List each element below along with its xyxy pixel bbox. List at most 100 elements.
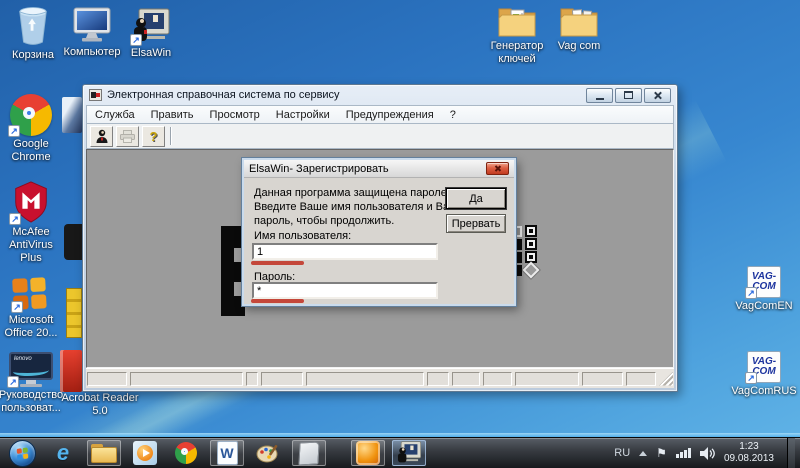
close-button[interactable] [644,87,671,103]
status-segment [129,371,243,386]
taskbar: e W RU ⚑ 1:23 09.08.2013 [0,437,800,468]
shortcut-arrow-icon: ↗ [745,372,757,384]
desktop-icon-computer[interactable]: Компьютер [56,6,128,59]
menu-item-help[interactable]: ? [442,109,464,121]
vagcom-icon: VAG- COM ↗ [745,266,781,299]
dialog-message: Данная программа защищена паролем. [254,187,458,199]
desktop-icon-label: McAfee AntiVirus Plus [9,226,53,264]
office-icon: ↗ [11,277,49,313]
folder-icon [497,4,537,38]
minimize-button[interactable] [586,87,613,103]
desktop-icon-lenovo-guide[interactable]: lenovo ↗ Руководство пользоват... [0,352,63,415]
shortcut-arrow-icon: ↗ [130,34,142,46]
shortcut-arrow-icon: ↗ [745,287,757,299]
start-orb-icon [8,439,36,467]
chrome-icon [175,442,197,464]
taskbar-item-notepad[interactable] [292,440,326,466]
desktop-icon-label: Microsoft Office 20... [4,314,58,339]
taskbar-item-explorer[interactable] [87,440,121,466]
resize-grip[interactable] [659,371,673,386]
status-segment [581,371,624,386]
hidden-desktop-icon-fragment [62,97,82,133]
logo-square [525,225,537,237]
start-button[interactable] [5,439,39,467]
taskbar-item-installer[interactable] [351,440,385,466]
menu-item-service[interactable]: Служба [87,109,143,121]
desktop-icon-chrome[interactable]: ↗ Google Chrome [0,94,62,164]
show-desktop-button[interactable] [787,437,795,468]
status-segment [87,371,127,386]
cancel-button[interactable]: Прервать [446,214,506,233]
status-segment [452,371,481,386]
desktop-icon-office[interactable]: ↗ Microsoft Office 20... [0,277,62,340]
volume-icon[interactable] [699,446,715,460]
taskbar-item-wmp[interactable] [128,440,162,466]
action-center-flag-icon[interactable]: ⚑ [656,446,667,460]
desktop-icon-vagcom-rus[interactable]: VAG- COM ↗ VagComRUS [731,351,797,398]
maximize-button[interactable] [615,87,642,103]
notepad-icon [298,440,320,466]
taskbar-item-elsawin[interactable] [392,440,426,466]
status-segment [426,371,450,386]
taskbar-item-word[interactable]: W [210,440,244,466]
desktop-icon-keygen-folder[interactable]: Генератор ключей [482,4,552,66]
logo-square [525,238,537,250]
network-icon[interactable] [675,448,691,458]
username-label: Имя пользователя: [254,230,352,242]
desktop-icon-label: ElsaWin [130,47,172,59]
desktop-icon-label: Корзина [12,49,54,61]
clock[interactable]: 1:23 09.08.2013 [724,441,774,465]
print-button[interactable] [116,125,139,147]
vagcom-icon: VAG- COM ↗ [745,351,781,384]
shortcut-arrow-icon: ↗ [7,376,19,388]
close-icon [653,91,662,100]
menu-item-settings[interactable]: Настройки [268,109,338,121]
minimize-icon [595,97,604,100]
help-button[interactable]: ? [142,125,165,147]
lenovo-monitor-icon: lenovo ↗ [7,352,53,388]
yes-button[interactable]: Да [446,188,506,209]
word-icon: W [216,441,238,465]
clock-date: 09.08.2013 [723,453,774,464]
menu-item-warnings[interactable]: Предупреждения [338,109,442,121]
dialog-message: Введите Ваше имя пользователя и Ваш [254,201,458,213]
maximize-icon [624,91,633,99]
taskbar-item-chrome[interactable] [169,440,203,466]
taskbar-item-paint[interactable] [251,440,285,466]
printer-icon [120,129,135,143]
username-input[interactable] [252,243,438,260]
mcafee-shield-icon: ↗ [9,180,51,225]
desktop-icon-elsawin[interactable]: ↗ ElsaWin [119,8,183,60]
taskbar-item-ie[interactable]: e [46,440,80,466]
logo-diamond [522,261,540,279]
desktop-icon-vagcom-folder[interactable]: Vag com [547,4,611,53]
folder-icon [559,4,599,38]
desktop-icon-mcafee[interactable]: ↗ McAfee AntiVirus Plus [0,180,62,265]
shortcut-arrow-icon: ↗ [11,301,23,313]
desktop-icon-acrobat[interactable]: Acrobat Reader 5.0 [58,392,142,418]
tray-expand-arrow-icon[interactable] [639,450,648,456]
dialog-titlebar[interactable]: ElsaWin- Зарегистрировать [244,160,514,178]
dialog-title: ElsaWin- Зарегистрировать [249,162,389,175]
acrobat-icon-fragment [60,350,82,392]
window-title: Электронная справочная система по сервис… [107,89,340,101]
close-icon [494,165,501,172]
ie-icon: e [56,440,70,465]
window-titlebar[interactable]: Электронная справочная система по сервис… [86,85,674,105]
desktop: Корзина Компьютер ↗ ElsaWin Генератор кл… [0,0,800,468]
status-segment [483,371,513,386]
logon-button[interactable] [90,125,113,147]
hidden-desktop-icon-fragment [66,288,82,338]
password-input[interactable] [252,282,438,299]
language-indicator[interactable]: RU [614,447,630,459]
desktop-icon-label: Компьютер [63,46,121,58]
desktop-icon-vagcom-en[interactable]: VAG- COM ↗ VagComEN [731,266,797,313]
menu-item-view[interactable]: Просмотр [202,109,268,121]
red-underline-annotation [251,299,304,303]
status-segment [245,371,258,386]
menu-item-edit[interactable]: Править [143,109,202,121]
shortcut-arrow-icon: ↗ [9,213,21,225]
dialog-close-button[interactable] [486,162,509,175]
paint-icon [256,444,278,463]
elsawin-icon: ↗ [130,8,170,46]
